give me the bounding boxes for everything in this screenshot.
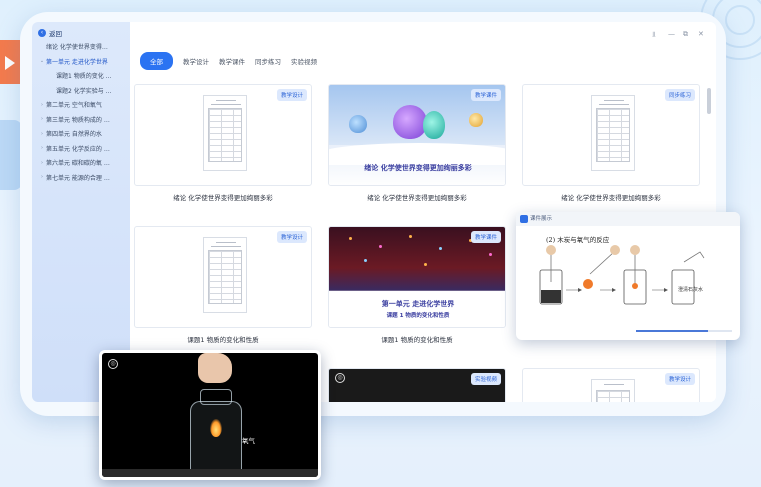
banner-title: 绪论 化学使世界变得更加绚丽多彩 xyxy=(364,164,472,172)
gas-label: 氧气 xyxy=(242,437,255,445)
sidebar-item[interactable]: 绪论 化学使世界变得… xyxy=(38,42,108,51)
card-tag: 教学设计 xyxy=(664,373,695,385)
restore-icon[interactable]: ⧉ xyxy=(683,30,688,39)
sidebar-item[interactable]: › 第二单元 空气和氧气 xyxy=(38,100,102,110)
resource-card[interactable]: 教学设计 xyxy=(134,226,312,328)
card-title[interactable]: 课题1 物质的变化和性质 xyxy=(328,334,506,344)
sidebar-item-label: 第七单元 能源的合理 … xyxy=(46,174,110,182)
banner-title: 第一单元 走进化学世界 xyxy=(381,300,455,308)
resource-card[interactable]: 同步练习 xyxy=(522,84,700,186)
card-tag: 同步练习 xyxy=(664,89,695,101)
chevron-icon: ⌄ xyxy=(39,58,45,64)
sidebar-item-label: 第五单元 化学反应的 … xyxy=(46,145,110,153)
decorative-blue-tab xyxy=(0,120,22,190)
card-title[interactable]: 课题1 物质的变化和性质 xyxy=(134,334,312,344)
resource-card[interactable]: 教学设计 xyxy=(522,368,700,402)
pin-icon[interactable]: ⫫ xyxy=(652,30,656,39)
sidebar-item-label: 第六单元 碳和碳的氧 … xyxy=(46,160,110,167)
sidebar-item[interactable]: 课题2 化学实验与 … xyxy=(48,86,112,95)
back-arrow-icon: ‹ xyxy=(38,29,46,37)
sidebar-item[interactable]: › 第四单元 自然界的水 xyxy=(38,129,102,139)
card-tag: 实验视频 xyxy=(470,373,501,385)
limewater-label: 澄清石灰水 xyxy=(678,287,704,293)
sidebar-item-label: 课题1 物质的变化 … xyxy=(56,73,112,80)
sidebar-item[interactable]: ⌄ 第一单元 走进化学世界 xyxy=(38,57,108,66)
hand-image xyxy=(198,353,232,383)
back-label: 返回 xyxy=(49,30,62,38)
sidebar-item[interactable]: › 第三单元 物质构成的 … xyxy=(38,115,110,124)
chevron-icon: › xyxy=(41,145,43,151)
sidebar-item-label: 课题2 化学实验与 … xyxy=(56,87,112,95)
chevron-icon: › xyxy=(41,116,43,122)
card-title[interactable]: 绪论 化学使世界变得更加绚丽多彩 xyxy=(134,192,312,202)
card-title[interactable]: 绪论 化学使世界变得更加绚丽多彩 xyxy=(522,192,700,202)
minimize-icon[interactable]: — xyxy=(668,30,675,38)
video-logo-icon: ◎ xyxy=(335,373,345,383)
resource-card[interactable]: ◎ 实验视频 xyxy=(328,368,506,402)
sidebar-item[interactable]: 课题1 物质的变化 … xyxy=(48,71,112,80)
sidebar-item-label: 第三单元 物质构成的 … xyxy=(46,116,110,124)
document-thumbnail xyxy=(591,95,635,171)
sidebar-item-label: 第四单元 自然界的水 xyxy=(46,131,102,138)
card-tag: 教学设计 xyxy=(276,231,307,243)
resource-card[interactable]: 教学设计 xyxy=(134,84,312,186)
gas-jar xyxy=(190,401,242,477)
flame xyxy=(210,419,222,437)
chevron-icon: › xyxy=(41,101,43,108)
resource-card[interactable]: 绪论 化学使世界变得更加绚丽多彩 教学课件 xyxy=(328,84,506,186)
sidebar-item[interactable]: › 第六单元 碳和碳的氧 … xyxy=(38,158,110,168)
video-logo-icon: ◎ xyxy=(108,359,118,369)
tab-practice[interactable]: 同步练习 xyxy=(255,53,281,69)
chevron-icon: › xyxy=(41,159,43,166)
tab-courseware[interactable]: 教学课件 xyxy=(219,53,245,69)
card-tag: 教学设计 xyxy=(276,89,307,101)
experiment-video-popup[interactable]: ◎ 氧气 xyxy=(99,350,321,480)
card-tag: 教学课件 xyxy=(470,231,501,243)
card-title[interactable]: 绪论 化学使世界变得更加绚丽多彩 xyxy=(328,192,506,202)
resource-card[interactable]: 第一单元 走进化学世界 课题 1 物质的变化和性质 教学课件 xyxy=(328,226,506,328)
sidebar-item-label: 第二单元 空气和氧气 xyxy=(46,102,102,109)
document-thumbnail xyxy=(591,379,635,402)
banner-subtitle: 课题 1 物质的变化和性质 xyxy=(386,313,450,319)
playback-progress[interactable] xyxy=(636,330,732,332)
tab-all[interactable]: 全部 xyxy=(140,52,173,70)
experiment-diagram xyxy=(539,245,705,305)
tab-experiment-video[interactable]: 实验视频 xyxy=(291,53,317,69)
video-floor xyxy=(102,469,318,477)
document-thumbnail xyxy=(203,237,247,313)
tab-teaching-design[interactable]: 教学设计 xyxy=(183,53,209,69)
chevron-icon: › xyxy=(41,174,43,180)
courseware-preview-popup[interactable]: 课件展示 (2) 木炭与氧气的反应 澄清石灰水 xyxy=(516,212,740,340)
sidebar-item-label: 第一单元 走进化学世界 xyxy=(46,58,108,66)
sidebar: ‹ 返回 绪论 化学使世界变得… ⌄ 第一单元 走进化学世界课题1 物质的变化 … 课… xyxy=(32,22,130,402)
back-button[interactable]: ‹ 返回 xyxy=(38,28,62,38)
decorative-ring xyxy=(725,5,755,35)
card-tag: 教学课件 xyxy=(470,89,501,101)
filter-tabs: 全部 教学设计 教学课件 同步练习 实验视频 xyxy=(140,52,317,70)
close-icon[interactable]: ✕ xyxy=(698,30,704,38)
scrollbar-thumb[interactable] xyxy=(707,88,711,114)
play-arrow-icon xyxy=(5,56,15,70)
chevron-icon: › xyxy=(41,130,43,137)
playback-progress-fill xyxy=(636,330,708,332)
sidebar-item[interactable]: › 第五单元 化学反应的 … xyxy=(38,144,110,153)
document-thumbnail xyxy=(203,95,247,171)
sidebar-item[interactable]: › 第七单元 能源的合理 … xyxy=(38,173,110,182)
sidebar-item-label: 绪论 化学使世界变得… xyxy=(46,44,108,51)
